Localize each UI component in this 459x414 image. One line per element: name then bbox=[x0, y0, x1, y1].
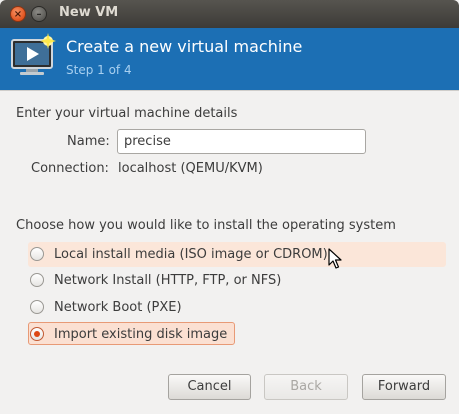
wizard-title: Create a new virtual machine bbox=[66, 37, 303, 56]
vm-name-input[interactable] bbox=[117, 129, 366, 154]
mouse-pointer-icon bbox=[328, 248, 342, 269]
connection-label: Connection: bbox=[31, 161, 109, 176]
radio-button[interactable] bbox=[30, 300, 44, 314]
forward-button[interactable]: Forward bbox=[362, 374, 446, 400]
minimize-window-button[interactable]: – bbox=[31, 6, 47, 22]
title-bar: × – New VM bbox=[0, 0, 459, 28]
radio-import-disk-image[interactable]: Import existing disk image bbox=[30, 322, 227, 346]
radio-label: Local install media (ISO image or CDROM) bbox=[54, 246, 328, 262]
radio-button[interactable] bbox=[30, 247, 44, 261]
radio-button-selected[interactable] bbox=[30, 327, 44, 341]
name-label: Name: bbox=[67, 134, 110, 149]
radio-network-boot[interactable]: Network Boot (PXE) bbox=[30, 295, 182, 319]
back-button[interactable]: Back bbox=[264, 374, 348, 400]
install-method-heading: Choose how you would like to install the… bbox=[16, 218, 396, 233]
window-title: New VM bbox=[59, 5, 119, 20]
wizard-step: Step 1 of 4 bbox=[66, 63, 132, 77]
wizard-header: Create a new virtual machine Step 1 of 4 bbox=[0, 28, 459, 90]
radio-button[interactable] bbox=[30, 273, 44, 287]
radio-label: Import existing disk image bbox=[54, 326, 228, 342]
details-heading: Enter your virtual machine details bbox=[16, 106, 238, 121]
radio-label: Network Install (HTTP, FTP, or NFS) bbox=[54, 272, 282, 288]
cancel-button[interactable]: Cancel bbox=[168, 374, 251, 400]
monitor-play-icon bbox=[11, 33, 56, 75]
radio-network-install[interactable]: Network Install (HTTP, FTP, or NFS) bbox=[30, 268, 281, 292]
close-window-button[interactable]: × bbox=[10, 6, 26, 22]
radio-local-install-media[interactable]: Local install media (ISO image or CDROM) bbox=[30, 242, 328, 266]
radio-label: Network Boot (PXE) bbox=[54, 299, 182, 315]
connection-value: localhost (QEMU/KVM) bbox=[118, 161, 263, 176]
